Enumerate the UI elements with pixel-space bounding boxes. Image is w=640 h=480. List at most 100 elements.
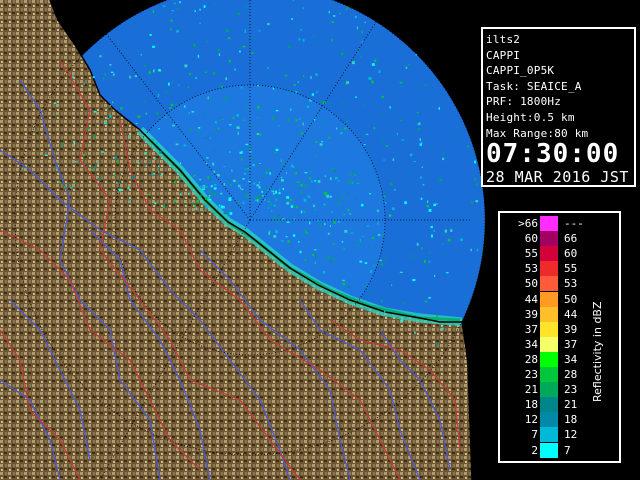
- echo-pixel: [419, 143, 422, 146]
- echo-pixel: [428, 209, 432, 212]
- echo-pixel: [137, 161, 140, 164]
- echo-pixel: [297, 234, 300, 237]
- echo-pixel: [333, 169, 336, 173]
- echo-pixel: [356, 26, 358, 30]
- echo-pixel: [295, 172, 298, 175]
- legend-range-low: 28: [524, 352, 538, 366]
- echo-pixel: [152, 139, 154, 141]
- echo-pixel: [158, 165, 160, 168]
- echo-pixel: [405, 181, 407, 183]
- echo-pixel: [289, 198, 293, 201]
- echo-pixel: [155, 112, 159, 115]
- echo-pixel: [259, 163, 261, 164]
- echo-pixel: [356, 182, 360, 184]
- echo-pixel: [99, 55, 102, 58]
- echo-pixel: [116, 181, 118, 184]
- echo-pixel: [143, 101, 146, 103]
- echo-pixel: [431, 99, 433, 102]
- echo-pixel: [244, 194, 247, 197]
- echo-pixel: [341, 241, 344, 243]
- legend-range-high: ---: [564, 217, 584, 230]
- legend-range-high: 34: [564, 352, 578, 366]
- echo-pixel: [447, 238, 451, 242]
- echo-pixel: [250, 38, 253, 41]
- echo-pixel: [475, 183, 478, 186]
- radar-info-panel: ilts2 CAPPI CAPPI_0P5K Task: SEAICE_A PR…: [481, 27, 636, 187]
- echo-pixel: [350, 174, 353, 176]
- echo-pixel: [223, 182, 226, 186]
- echo-pixel: [70, 186, 73, 189]
- echo-pixel: [373, 126, 376, 130]
- echo-pixel: [350, 179, 353, 182]
- legend-row: 28 34: [500, 351, 600, 367]
- echo-pixel: [416, 111, 419, 114]
- echo-pixel: [184, 105, 186, 108]
- echo-pixel: [311, 186, 314, 189]
- echo-pixel: [234, 68, 236, 71]
- echo-pixel: [415, 86, 419, 88]
- echo-pixel: [351, 61, 355, 65]
- echo-pixel: [114, 174, 117, 177]
- echo-pixel: [363, 144, 366, 146]
- echo-pixel: [417, 128, 421, 130]
- echo-pixel: [210, 186, 213, 188]
- echo-pixel: [359, 260, 363, 263]
- echo-pixel: [303, 198, 307, 202]
- echo-pixel: [268, 232, 270, 235]
- echo-pixel: [272, 87, 275, 90]
- echo-pixel: [184, 201, 188, 203]
- echo-pixel: [155, 14, 158, 16]
- echo-pixel: [300, 184, 303, 187]
- echo-pixel: [195, 207, 198, 211]
- legend-unit-label: Reflectivity in dBZ: [591, 301, 604, 402]
- echo-pixel: [273, 235, 277, 238]
- echo-pixel: [341, 196, 344, 199]
- echo-pixel: [277, 125, 280, 127]
- echo-pixel: [228, 124, 232, 126]
- echo-pixel: [310, 76, 312, 79]
- echo-pixel: [322, 121, 324, 123]
- echo-pixel: [73, 142, 76, 145]
- echo-pixel: [252, 21, 255, 24]
- product-name: CAPPI_0P5K: [486, 64, 555, 78]
- legend-color-swatch: [540, 412, 558, 428]
- echo-pixel: [244, 173, 246, 175]
- echo-pixel: [147, 193, 150, 196]
- echo-pixel: [179, 1, 181, 4]
- echo-pixel: [291, 18, 293, 20]
- echo-pixel: [276, 221, 278, 224]
- echo-pixel: [317, 180, 321, 183]
- legend-range-low: >66: [518, 217, 538, 230]
- legend-range-high: 55: [564, 262, 578, 276]
- echo-pixel: [313, 249, 317, 251]
- legend-range-low: 60: [524, 232, 538, 246]
- echo-pixel: [336, 127, 338, 130]
- echo-pixel: [243, 190, 245, 194]
- echo-pixel: [261, 195, 264, 197]
- echo-pixel: [55, 166, 58, 170]
- legend-range-high: 18: [564, 413, 578, 427]
- echo-pixel: [152, 10, 154, 13]
- echo-pixel: [199, 8, 201, 11]
- echo-pixel: [439, 178, 443, 182]
- echo-pixel: [376, 209, 379, 212]
- echo-pixel: [112, 101, 114, 104]
- echo-pixel: [238, 184, 241, 188]
- echo-pixel: [196, 200, 199, 203]
- legend-color-swatch: [540, 442, 558, 458]
- echo-pixel: [435, 314, 438, 318]
- echo-pixel: [229, 142, 232, 144]
- echo-pixel: [93, 111, 97, 113]
- echo-pixel: [273, 192, 275, 195]
- legend-row: 7 12: [500, 427, 600, 443]
- echo-pixel: [331, 38, 333, 42]
- legend-row: 39 44: [500, 306, 600, 322]
- echo-pixel: [145, 112, 147, 115]
- echo-pixel: [302, 39, 305, 42]
- echo-pixel: [324, 175, 326, 177]
- echo-pixel: [381, 114, 383, 118]
- echo-pixel: [72, 75, 74, 79]
- echo-pixel: [158, 171, 160, 174]
- echo-pixel: [425, 301, 428, 303]
- echo-pixel: [226, 29, 229, 33]
